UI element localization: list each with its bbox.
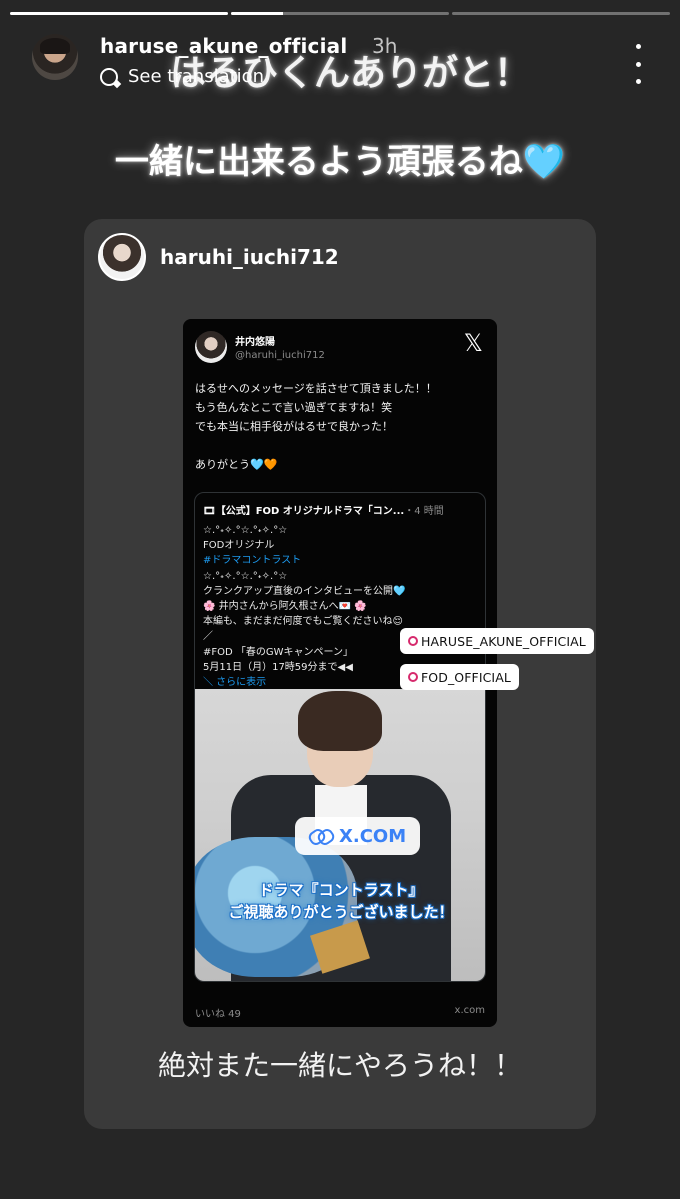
photo-overlay-text: ドラマ『コントラスト』 [258,881,424,899]
tweet-author-handle: @haruhi_iuchi712 [235,350,325,361]
story-bottom-caption: 絶対また一緒にやろうね！！ [157,1049,522,1082]
mention-sticker[interactable]: FOD_OFFICIAL [400,664,519,690]
quote-line: クランクアップ直後のインタビューを公開🩵 [203,585,406,597]
story-progress-bar [10,12,670,15]
quote-hashtag: #ドラマコントラスト [203,555,302,567]
tweet-like-count: いいね 49 [195,1009,241,1020]
photo-overlay-text: ご視聴ありがとうございました！ [228,903,454,921]
tweet-text: はるせへのメッセージを話させて頂きました！！ もう色んなとこで言い過ぎてますね！… [195,379,485,474]
progress-segment [452,12,670,15]
quote-line: ☆.°˖✧.°☆.°˖✧.°☆ [203,525,288,536]
instagram-icon [408,636,418,646]
reshared-story-author[interactable]: haruhi_iuchi712 [98,233,339,281]
tweet-avatar [195,331,227,363]
link-sticker[interactable]: X.COM [295,817,421,855]
tweet-author-name: 井内悠陽 [235,337,275,348]
link-sticker-label: X.COM [339,825,407,847]
tweet-line: はるせへのメッセージを話させて頂きました！！ [195,382,437,395]
quoted-tweet-header: 🎞【公式】FOD オリジナルドラマ「コン...・4 時間 [203,502,444,517]
reshared-story-card[interactable]: haruhi_iuchi712 井内悠陽 @haruhi_iuchi712 𝕏 … [84,219,596,1129]
progress-segment [231,12,449,15]
progress-fill [231,12,284,15]
quote-line: ☆.°˖✧.°☆.°˖✧.°☆ [203,570,288,582]
instagram-icon [408,672,418,682]
mention-sticker[interactable]: HARUSE_AKUNE_OFFICIAL [400,628,594,654]
card-username[interactable]: haruhi_iuchi712 [160,245,339,269]
tweet-author: 井内悠陽 @haruhi_iuchi712 [195,331,325,363]
avatar[interactable] [98,233,146,281]
mention-sticker-label: FOD_OFFICIAL [421,669,511,685]
mention-sticker-label: HARUSE_AKUNE_OFFICIAL [421,633,586,649]
story-caption-line-1: はるひくんありがと！ [169,53,530,94]
tweet-line: もう色んなとこで言い過ぎてますね！笑 [195,401,393,414]
tweet-line: でも本当に相手役がはるせで良かった！ [195,420,393,433]
quote-line: FODオリジナル [203,540,275,552]
progress-segment [10,12,228,15]
link-icon [309,830,331,842]
quoted-tweet-title: 🎞【公式】FOD オリジナルドラマ「コン... [203,506,405,517]
quoted-tweet-time: ・4 時間 [404,506,444,517]
tweet-line: ありがとう🩵🧡 [195,458,278,471]
x-logo-icon: 𝕏 [463,329,483,357]
progress-fill [10,12,228,15]
tweet-footer: いいね 49 x.com [195,1005,485,1020]
tweet-domain: x.com [454,1005,485,1016]
quoted-tweet: 🎞【公式】FOD オリジナルドラマ「コン...・4 時間 ☆.°˖✧.°☆.°˖… [194,492,486,982]
story-caption-line-2: 一緒に出来るよう頑張るね🩵 [114,142,566,182]
quote-line: 🌸 井内さんから阿久根さんへ💌 🌸 [203,601,367,613]
photo-shape [298,691,382,751]
